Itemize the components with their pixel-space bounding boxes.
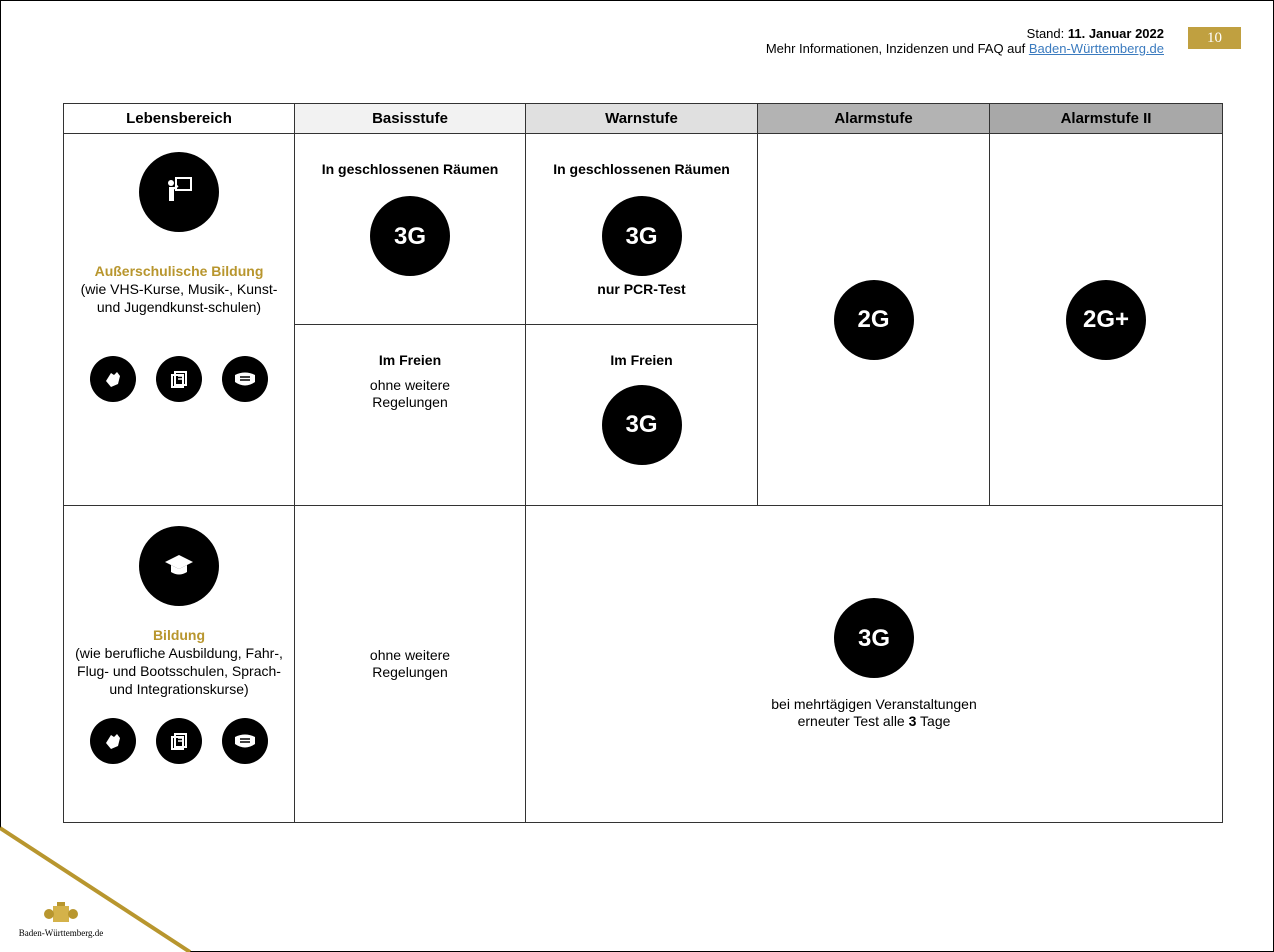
row2-desc: (wie berufliche Ausbildung, Fahr-, Flug-… xyxy=(75,645,283,698)
col-header-alarmstufe-2: Alarmstufe II xyxy=(989,102,1223,135)
mask-icon xyxy=(222,356,268,403)
bildung-basis-note: ohne weitere Regelungen xyxy=(369,647,451,681)
alarm-badge: 2G xyxy=(833,279,914,360)
row2-title: Bildung xyxy=(152,627,206,644)
header-info: Stand: 11. Januar 2022 Mehr Informatione… xyxy=(766,26,1164,56)
header-row: Lebensbereich Basisstufe Warnstufe Alarm… xyxy=(63,102,1223,135)
cell-basis-outdoor: Im Freien ohne weitere Regelungen xyxy=(294,323,526,507)
warn-indoor-title: In geschlossenen Räumen xyxy=(553,161,730,178)
cell-ausserschulisch-label: Außerschulische Bildung (wie VHS-Kurse, … xyxy=(63,133,295,507)
cell-basis-indoor: In geschlossenen Räumen 3G xyxy=(294,133,526,325)
cell-bildung-rest: 3G bei mehrtägigen Veranstaltungen erneu… xyxy=(525,505,1223,823)
bildung-badge: 3G xyxy=(834,598,914,679)
col-header-lebensbereich: Lebensbereich xyxy=(63,102,295,135)
handwash-icon xyxy=(90,356,136,403)
cell-warn-outdoor: Im Freien 3G xyxy=(525,323,758,507)
warn-indoor-note: nur PCR-Test xyxy=(597,281,686,298)
document-icon xyxy=(156,356,202,403)
warn-outdoor-badge: 3G xyxy=(601,384,682,465)
handwash-icon xyxy=(90,718,136,765)
cell-alarm: 2G xyxy=(757,133,990,507)
page-number: 10 xyxy=(1188,27,1241,49)
warn-outdoor-title: Im Freien xyxy=(610,351,673,368)
row-bildung: Bildung (wie berufliche Ausbildung, Fahr… xyxy=(63,505,1223,823)
cell-bildung-label: Bildung (wie berufliche Ausbildung, Fahr… xyxy=(63,505,295,823)
col-header-basisstufe: Basisstufe xyxy=(294,102,526,135)
cell-alarm2: 2G+ xyxy=(989,133,1223,507)
cell-bildung-basis: ohne weitere Regelungen xyxy=(294,505,526,823)
basis-indoor-badge: 3G xyxy=(370,196,450,277)
col-header-alarmstufe: Alarmstufe xyxy=(757,102,990,135)
bildung-note-line2: erneuter Test alle 3 Tage xyxy=(526,713,1222,730)
row-ausserschulisch-top: Außerschulische Bildung (wie VHS-Kurse, … xyxy=(63,133,1223,507)
rules-table: Lebensbereich Basisstufe Warnstufe Alarm… xyxy=(63,102,1223,823)
bildung-note-prefix: erneuter Test alle xyxy=(797,713,909,730)
basis-outdoor-note: ohne weitere Regelungen xyxy=(369,376,451,410)
row1-title: Außerschulische Bildung xyxy=(94,263,264,280)
row1-desc: (wie VHS-Kurse, Musik-, Kunst- und Jugen… xyxy=(80,281,278,316)
info-text: Mehr Informationen, Inzidenzen und FAQ a… xyxy=(765,41,1029,56)
document-icon xyxy=(156,718,202,765)
bildung-note-line1: bei mehrtägigen Veranstaltungen xyxy=(771,696,977,713)
mask-icon xyxy=(222,718,268,765)
cell-warn-indoor: In geschlossenen Räumen 3G nur PCR-Test xyxy=(525,133,758,325)
alarm2-badge: 2G+ xyxy=(1066,279,1146,360)
coat-of-arms-icon xyxy=(44,902,78,922)
warn-indoor-badge: 3G xyxy=(601,196,682,277)
stand-prefix: Stand: xyxy=(1026,26,1068,41)
logo-text: Baden-Württemberg.de xyxy=(18,928,104,938)
basis-outdoor-title: Im Freien xyxy=(378,351,442,368)
info-link[interactable]: Baden-Württemberg.de xyxy=(1029,41,1164,56)
teacher-icon xyxy=(139,152,219,233)
stand-date: 11. Januar 2022 xyxy=(1067,26,1164,41)
bildung-note-suffix: Tage xyxy=(916,713,951,730)
basis-indoor-title: In geschlossenen Räumen xyxy=(321,161,499,178)
graduation-cap-icon xyxy=(139,526,219,607)
state-logo: Baden-Württemberg.de xyxy=(6,902,116,938)
col-header-warnstufe: Warnstufe xyxy=(525,102,758,135)
